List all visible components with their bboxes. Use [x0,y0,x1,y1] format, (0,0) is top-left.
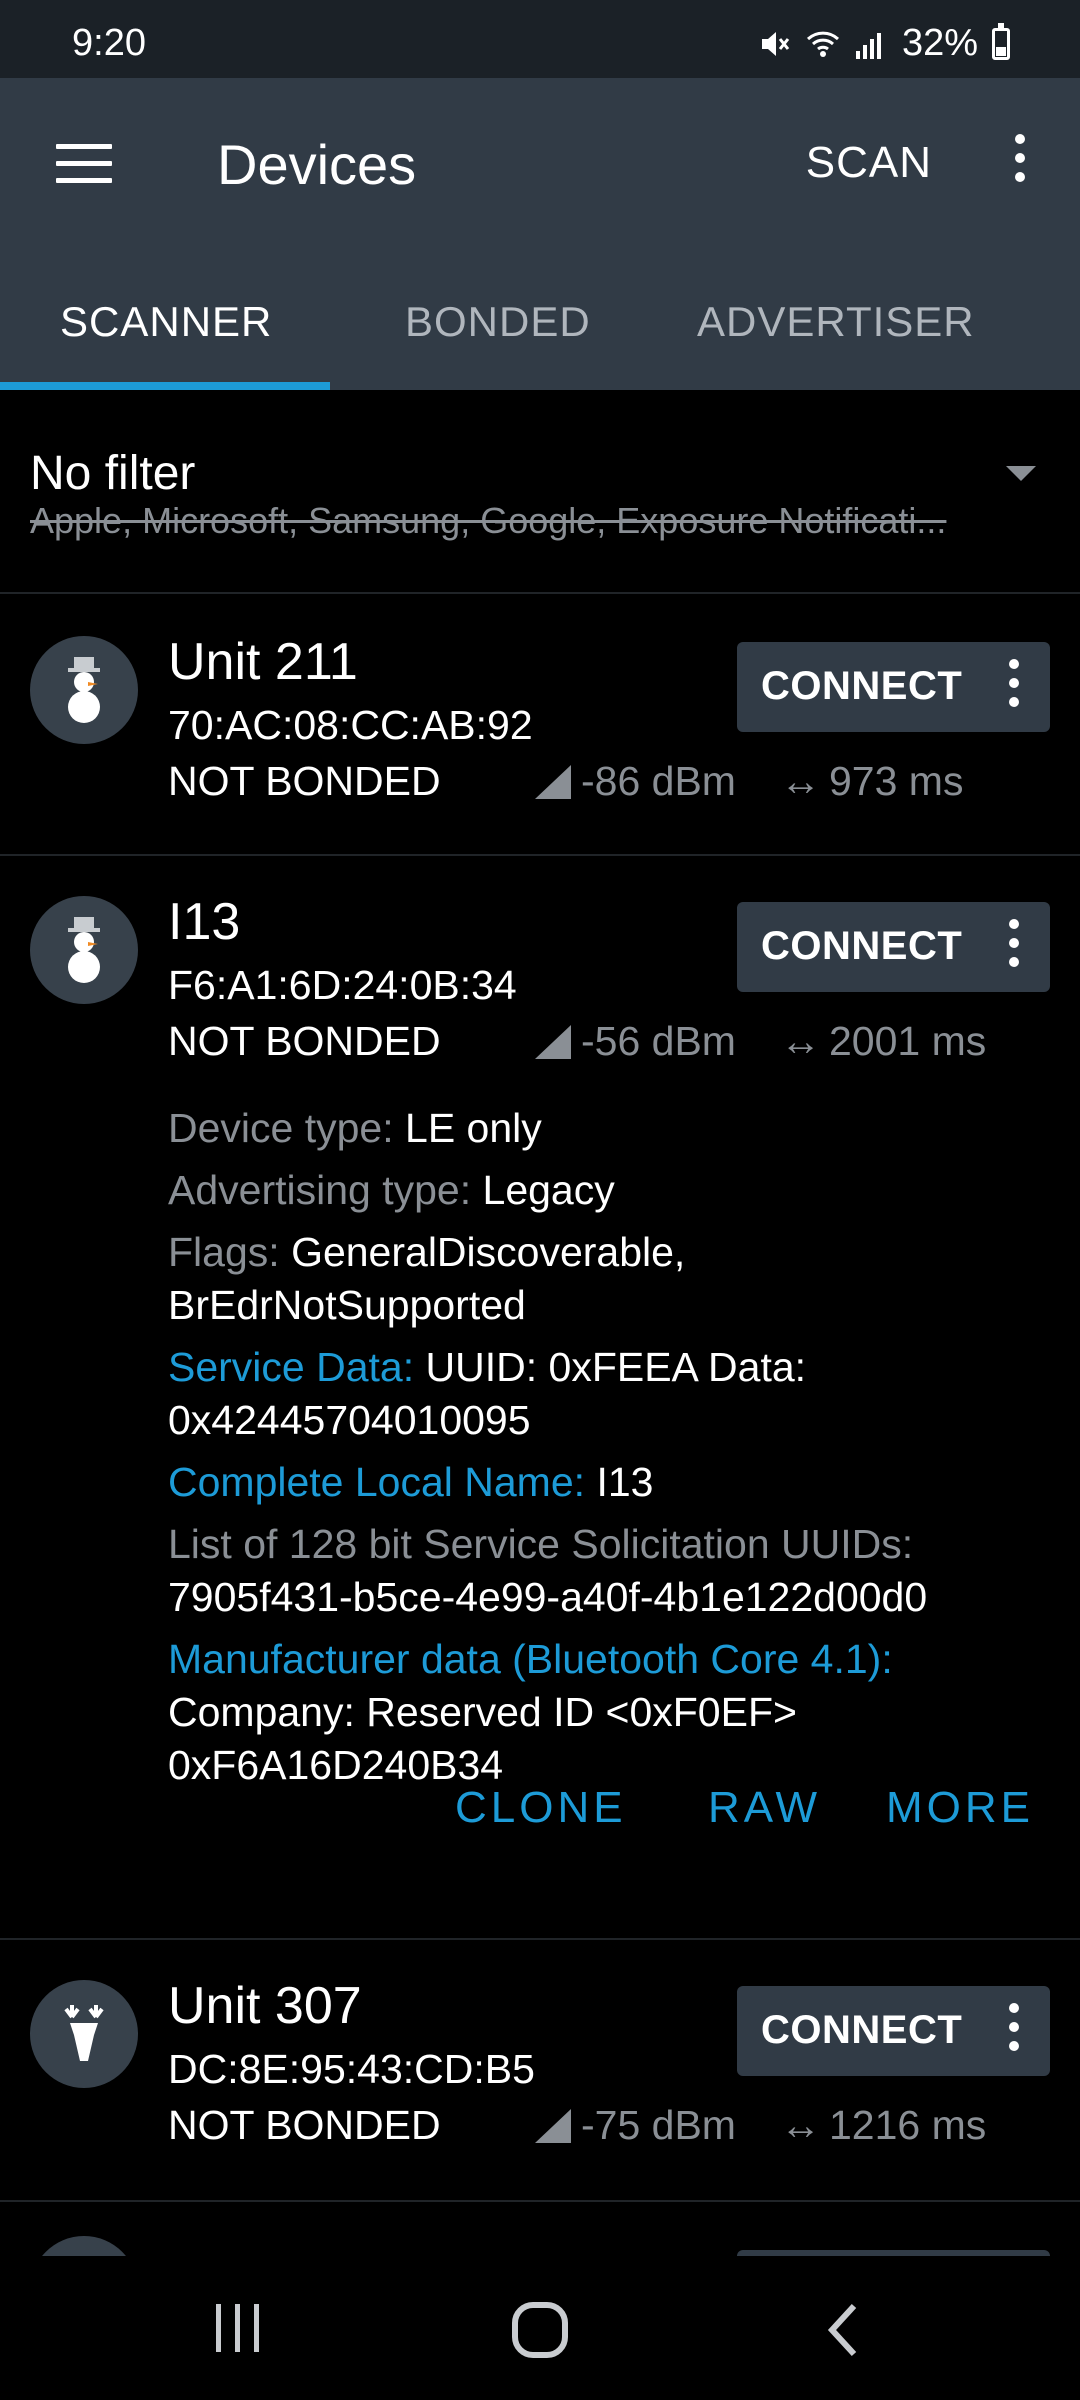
device-more-icon[interactable] [1008,2003,1020,2059]
hamburger-menu-icon[interactable] [56,144,112,184]
list-item-partial[interactable] [0,2200,1080,2256]
device-name: I13 [168,893,241,951]
system-nav-bar [0,2256,1080,2400]
list-item[interactable]: Unit 211 70:AC:08:CC:AB:92 NOT BONDED -8… [0,596,1080,856]
mute-icon [761,31,790,56]
signal-icon [855,32,881,59]
solicitation-value: 7905f431-b5ce-4e99-a40f-4b1e122d00d0 [168,1574,928,1620]
local-name-row: Complete Local Name: I13 [168,1456,1048,1509]
connect-button[interactable]: CONNECT [737,1986,1050,2076]
device-actions: CLONE RAW MORE [0,1783,1080,1863]
device-name: Unit 211 [168,633,358,691]
service-data-row: Service Data: UUID: 0xFEEA Data: 0x42445… [168,1341,1048,1447]
flags-label: Flags: [168,1229,280,1275]
adv-interval: ↔ 973 ms [780,758,963,805]
tab-scanner[interactable]: SCANNER [60,298,272,346]
connect-label: CONNECT [761,664,963,708]
snowman-icon [30,896,138,1004]
signal-strength-icon [535,764,571,799]
solicitation-row: List of 128 bit Service Solicitation UUI… [168,1518,1048,1624]
snowman-icon [30,636,138,744]
status-bar: 9:20 32% [0,0,1080,78]
interval-value: 1216 ms [829,2102,987,2148]
bond-state: NOT BONDED [168,2102,441,2148]
interval-value: 973 ms [829,758,964,804]
signal-strength-icon [535,1024,571,1059]
page-title: Devices [217,133,417,196]
recents-icon[interactable] [210,2302,266,2354]
rssi-value: -75 dBm [581,2102,736,2148]
device-more-icon[interactable] [1008,919,1020,975]
rssi-value: -86 dBm [581,758,736,804]
solicitation-label: List of 128 bit Service Solicitation UUI… [168,1521,914,1567]
deer-icon [30,1980,138,2088]
list-item[interactable]: Unit 307 DC:8E:95:43:CD:B5 NOT BONDED -7… [0,1940,1080,2202]
connect-label: CONNECT [761,924,963,968]
device-mac: F6:A1:6D:24:0B:34 [168,962,517,1008]
local-name-label: Complete Local Name: [168,1459,586,1505]
avatar [30,2236,138,2256]
filter-bar[interactable]: No filter Apple, Microsoft, Samsung, Goo… [0,390,1080,594]
rssi: -86 dBm [535,758,736,805]
connect-label: CONNECT [761,2008,963,2052]
adv-type-row: Advertising type: Legacy [168,1164,1048,1217]
rssi: -56 dBm [535,1018,736,1065]
scan-button[interactable]: SCAN [806,138,932,188]
rssi: -75 dBm [535,2102,736,2149]
manufacturer-label: Manufacturer data (Bluetooth Core 4.1): [168,1636,893,1682]
advertising-details: Device type: LE only Advertising type: L… [168,1102,1048,1801]
filter-excluded-list: Apple, Microsoft, Samsung, Google, Expos… [30,500,947,541]
local-name-value: I13 [596,1459,654,1505]
flags-row: Flags: GeneralDiscoverable, BrEdrNotSupp… [168,1226,1048,1332]
back-icon[interactable] [822,2300,862,2360]
interval-arrows-icon: ↔ [780,2102,821,2148]
tab-bar: SCANNER BONDED ADVERTISER [0,236,1080,390]
bond-state: NOT BONDED [168,1018,441,1064]
home-icon[interactable] [510,2300,570,2360]
more-button[interactable]: MORE [886,1783,1034,1833]
clone-button[interactable]: CLONE [455,1783,627,1833]
device-mac: 70:AC:08:CC:AB:92 [168,702,533,748]
more-options-icon[interactable] [1014,134,1026,190]
dropdown-arrow-icon[interactable] [1006,466,1036,481]
signal-strength-icon [535,2108,571,2143]
app-bar: Devices SCAN [0,78,1080,236]
battery-percent: 32% [901,22,978,64]
status-icons: 32% [758,22,1010,65]
manufacturer-company: Company: Reserved ID <0xF0EF> [168,1689,797,1735]
battery-icon [992,22,1010,60]
tab-indicator [0,382,330,390]
service-data-label: Service Data: [168,1344,415,1390]
rssi-value: -56 dBm [581,1018,736,1064]
adv-interval: ↔ 1216 ms [780,2102,986,2149]
adv-type-value: Legacy [482,1167,615,1213]
adv-type-label: Advertising type: [168,1167,472,1213]
device-more-icon[interactable] [1008,659,1020,715]
tab-bonded[interactable]: BONDED [405,298,591,346]
interval-arrows-icon: ↔ [780,1018,821,1064]
connect-button[interactable]: CONNECT [737,902,1050,992]
bond-state: NOT BONDED [168,758,441,804]
interval-value: 2001 ms [829,1018,987,1064]
adv-interval: ↔ 2001 ms [780,1018,986,1065]
device-name: Unit 307 [168,1977,362,2035]
device-mac: DC:8E:95:43:CD:B5 [168,2046,535,2092]
manufacturer-row: Manufacturer data (Bluetooth Core 4.1): … [168,1633,1048,1792]
device-type-row: Device type: LE only [168,1102,1048,1155]
device-type-value: LE only [405,1105,542,1151]
list-item[interactable]: I13 F6:A1:6D:24:0B:34 NOT BONDED -56 dBm… [0,856,1080,1940]
connect-button[interactable]: CONNECT [737,642,1050,732]
filter-title: No filter [30,447,196,500]
tab-advertiser[interactable]: ADVERTISER [697,298,975,346]
device-type-label: Device type: [168,1105,394,1151]
wifi-icon [806,31,839,57]
status-time: 9:20 [72,22,146,64]
interval-arrows-icon: ↔ [780,758,821,804]
raw-button[interactable]: RAW [708,1783,821,1833]
